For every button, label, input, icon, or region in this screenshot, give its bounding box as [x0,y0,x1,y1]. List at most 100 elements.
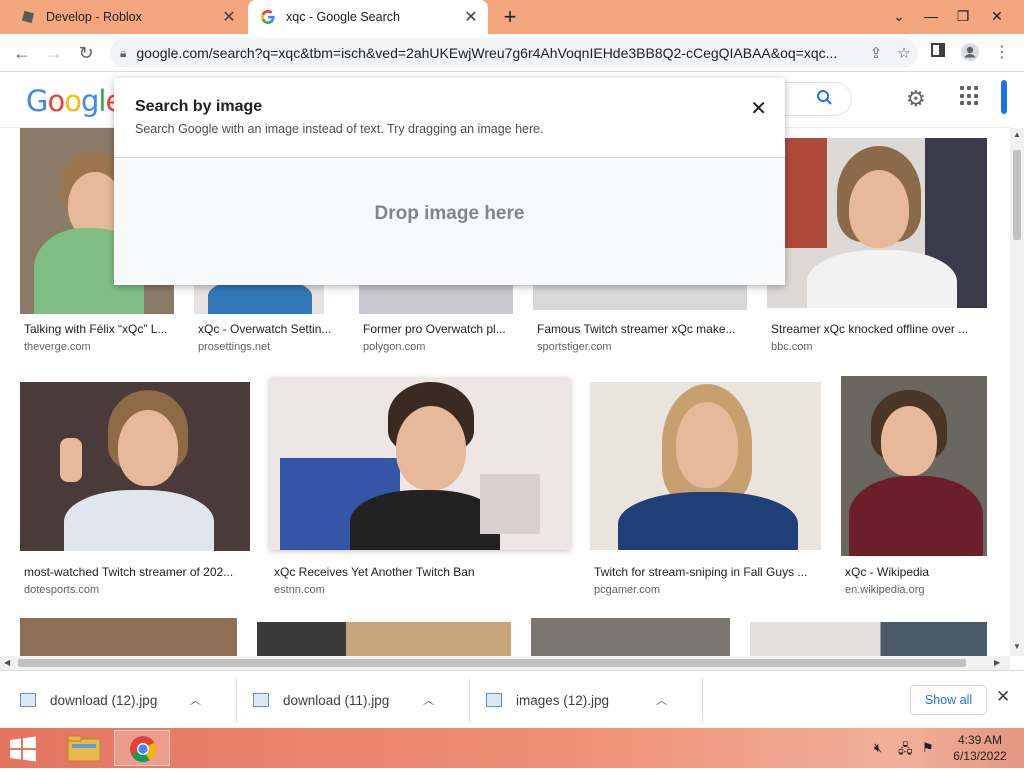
taskbar-clock[interactable]: 4:39 AM 6/13/2022 [948,732,1012,764]
download-shelf: download (12).jpg ︿ download (11).jpg ︿ … [0,670,1024,728]
result-caption[interactable]: Streamer xQc knocked offline over ... [771,322,981,336]
image-result-card[interactable]: most-watched Twitch streamer of 202... d… [20,382,250,602]
google-apps-grid-icon[interactable] [960,86,980,106]
download-filename[interactable]: download (12).jpg [50,693,190,708]
download-options-chevron-icon[interactable]: ︿ [423,692,434,708]
volume-muted-icon[interactable]: 🔇︎ [874,740,882,756]
vertical-scrollbar[interactable]: ▲ ▼ [1010,128,1024,656]
tab-search-chevron-icon[interactable]: ⌄ [882,0,916,34]
restore-icon[interactable]: ❐ [946,0,980,34]
result-caption[interactable]: xQc - Wikipedia [845,565,985,579]
scroll-left-arrow-icon[interactable]: ◀ [4,658,10,667]
image-result-card[interactable] [20,618,237,656]
image-result-card[interactable] [531,618,730,656]
image-result-card[interactable]: Twitch for stream-sniping in Fall Guys .… [590,382,821,602]
result-thumbnail[interactable] [841,376,987,556]
sign-in-button-edge[interactable] [1001,80,1007,114]
result-source[interactable]: en.wikipedia.org [845,584,925,596]
download-filename[interactable]: images (12).jpg [516,693,656,708]
result-thumbnail[interactable] [767,138,987,308]
file-explorer-taskbar-icon[interactable] [56,730,112,766]
horizontal-scrollbar[interactable]: ◀ ▶ [0,656,1010,670]
google-logo[interactable]: Google [26,84,123,118]
search-by-image-dialog: Search by image Search Google with an im… [114,78,785,285]
result-source[interactable]: polygon.com [363,341,425,353]
roblox-favicon-icon [20,9,36,25]
tab-close-icon[interactable]: ✕ [218,7,240,27]
chrome-taskbar-icon[interactable] [114,730,170,766]
tab-develop-roblox[interactable]: Develop - Roblox ✕ [8,0,246,34]
result-caption[interactable]: most-watched Twitch streamer of 202... [24,565,246,579]
close-icon[interactable]: ✕ [750,96,767,121]
result-caption[interactable]: Famous Twitch streamer xQc make... [537,322,749,336]
share-icon[interactable]: ⇪ [862,44,890,62]
tab-xqc-google-search[interactable]: xqc - Google Search ✕ [248,0,488,34]
result-source[interactable]: pcgamer.com [594,584,660,596]
clock-time: 4:39 AM [957,733,1003,747]
result-source[interactable]: bbc.com [771,341,813,353]
close-download-shelf-icon[interactable]: ✕ [996,687,1010,707]
clock-date: 6/13/2022 [953,749,1007,763]
result-caption[interactable]: xQc - Overwatch Settin... [198,322,334,336]
result-caption[interactable]: Former pro Overwatch pl... [363,322,513,336]
result-caption[interactable]: Talking with Félix “xQc” L... [24,322,174,336]
search-icon[interactable] [816,89,833,111]
profile-avatar-icon[interactable] [958,42,982,64]
reload-icon[interactable]: ↻ [72,40,100,66]
menu-kebab-icon[interactable]: ⋮ [990,42,1014,64]
result-thumbnail[interactable] [20,618,237,656]
result-source[interactable]: sportstiger.com [537,341,612,353]
result-caption[interactable]: Twitch for stream-sniping in Fall Guys .… [594,565,820,579]
download-divider [702,679,703,723]
download-item[interactable]: download (11).jpg ︿ [233,679,469,721]
side-panel-icon[interactable] [926,42,950,64]
result-caption[interactable]: xQc Receives Yet Another Twitch Ban [274,565,570,579]
result-source[interactable]: dotesports.com [24,584,99,596]
result-thumbnail[interactable] [750,622,987,656]
image-result-card[interactable]: Streamer xQc knocked offline over ... bb… [767,138,987,358]
new-tab-plus-icon[interactable]: + [498,4,522,30]
scroll-down-arrow-icon[interactable]: ▼ [1013,642,1021,651]
lock-icon[interactable]: 🔒︎ [120,46,126,61]
scroll-up-arrow-icon[interactable]: ▲ [1013,130,1021,139]
forward-arrow-icon[interactable]: → [40,40,68,66]
minimize-icon[interactable]: — [914,0,948,34]
download-options-chevron-icon[interactable]: ︿ [190,692,201,708]
dialog-subtitle: Search Google with an image instead of t… [135,122,544,136]
settings-gear-icon[interactable]: ⚙ [906,86,926,112]
image-drop-zone[interactable]: Drop image here [114,157,785,285]
image-result-card[interactable] [750,622,987,656]
image-result-card[interactable]: xQc Receives Yet Another Twitch Ban estn… [270,378,570,602]
result-source[interactable]: estnn.com [274,584,325,596]
image-result-card[interactable] [257,622,511,656]
vertical-scroll-thumb[interactable] [1013,150,1021,240]
result-source[interactable]: theverge.com [24,341,91,353]
scroll-right-arrow-icon[interactable]: ▶ [994,658,1000,667]
result-thumbnail[interactable] [20,382,250,551]
windows-start-icon[interactable] [8,736,40,762]
result-source[interactable]: prosettings.net [198,341,270,353]
tab-close-icon[interactable]: ✕ [460,7,482,27]
logo-letter: g [80,84,99,118]
drop-zone-label: Drop image here [374,203,525,224]
result-thumbnail[interactable] [531,618,730,656]
bookmark-star-icon[interactable]: ☆ [890,44,918,62]
image-result-card[interactable]: xQc - Wikipedia en.wikipedia.org [841,376,987,602]
back-arrow-icon[interactable]: ← [8,40,36,66]
result-thumbnail[interactable] [257,622,511,656]
network-icon[interactable]: 🖧 [898,740,913,762]
action-center-flag-icon[interactable]: ⚑ [922,740,934,756]
result-thumbnail[interactable] [270,378,570,550]
horizontal-scroll-thumb[interactable] [18,659,966,667]
browser-toolbar: ← → ↻ 🔒︎ google.com/search?q=xqc&tbm=isc… [0,34,1024,72]
result-thumbnail[interactable] [590,382,821,550]
address-url[interactable]: google.com/search?q=xqc&tbm=isch&ved=2ah… [136,45,862,61]
download-filename[interactable]: download (11).jpg [283,693,423,708]
download-item[interactable]: download (12).jpg ︿ [0,679,236,721]
window-close-icon[interactable]: ✕ [980,0,1014,34]
image-file-icon [486,693,502,707]
download-options-chevron-icon[interactable]: ︿ [656,692,667,708]
address-bar[interactable]: 🔒︎ google.com/search?q=xqc&tbm=isch&ved=… [110,38,918,68]
download-item[interactable]: images (12).jpg ︿ [466,679,702,721]
show-all-downloads-button[interactable]: Show all [910,685,987,715]
